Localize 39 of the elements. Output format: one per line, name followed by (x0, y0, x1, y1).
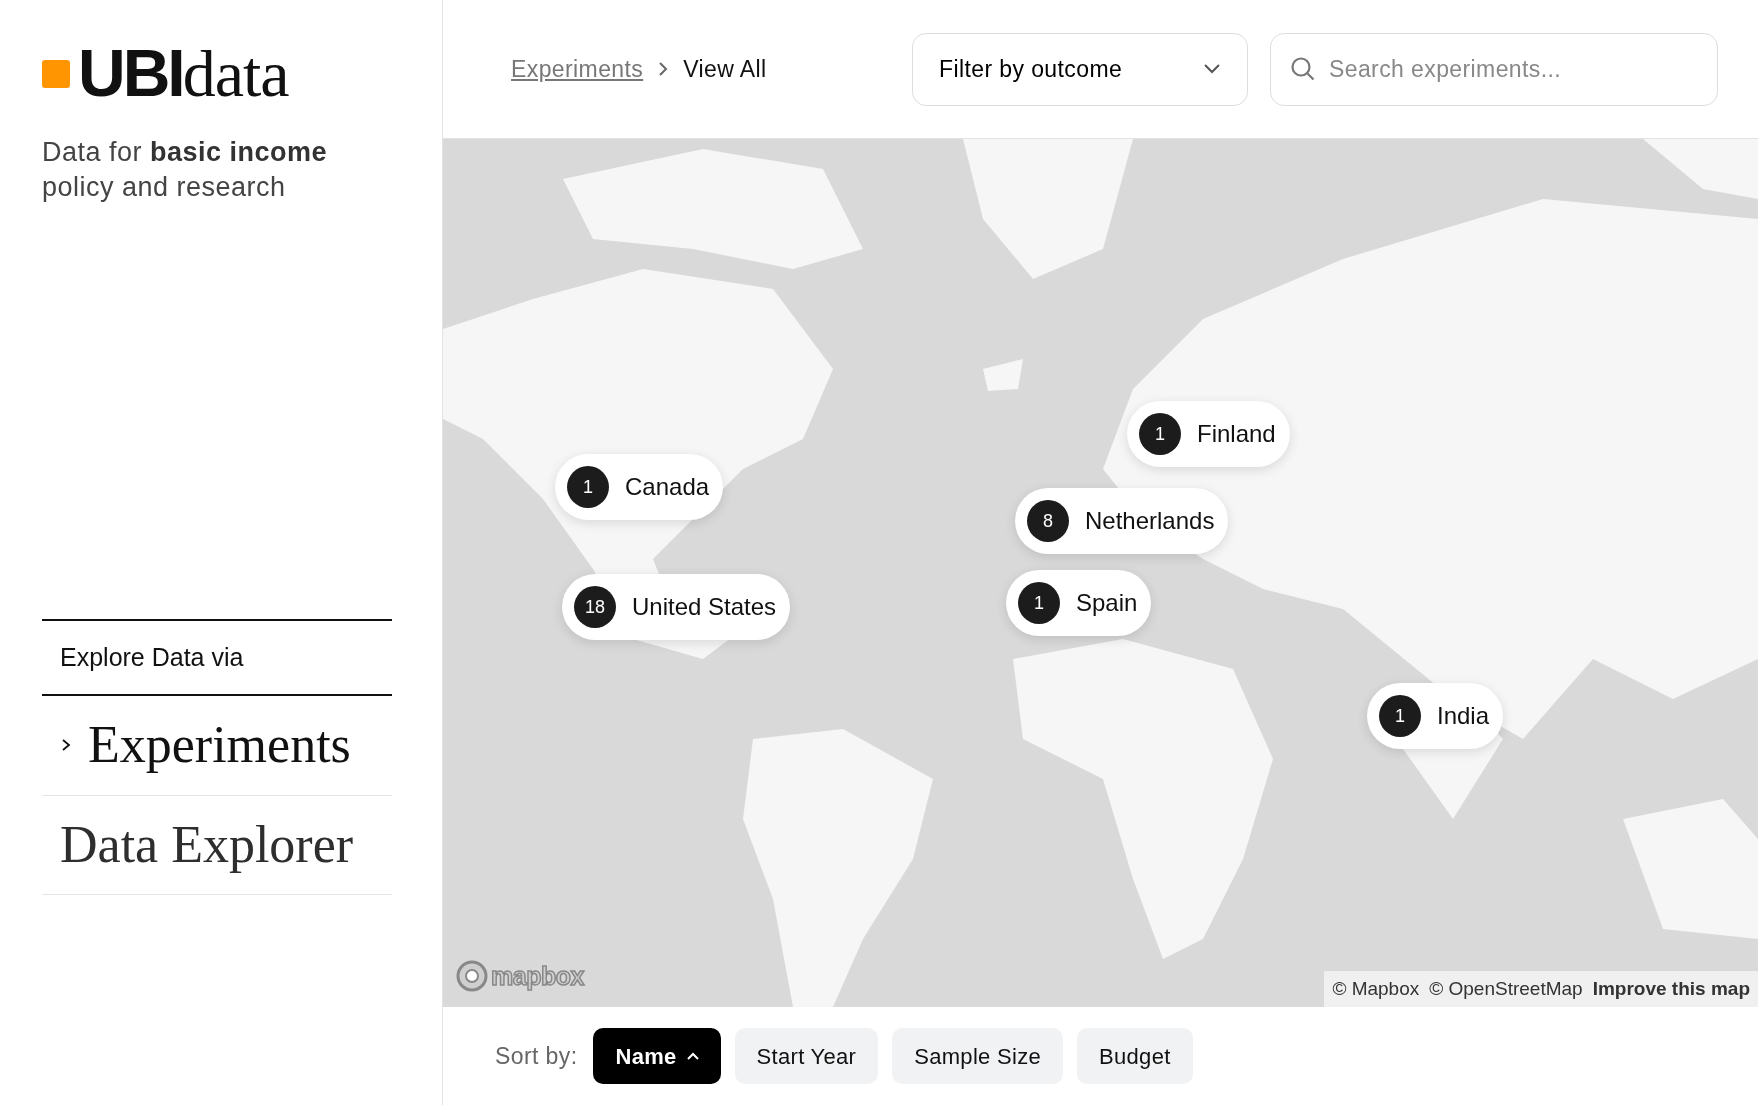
map-marker[interactable]: 1 Canada (555, 454, 724, 520)
map-marker[interactable]: 18 United States (562, 574, 791, 640)
count-badge: 1 (567, 466, 609, 508)
chevron-down-icon (1203, 63, 1221, 75)
marker-label: United States (632, 592, 777, 622)
mapbox-mark-icon (455, 959, 489, 994)
sort-button[interactable]: Start Year (734, 1028, 879, 1084)
map-marker[interactable]: 1 Spain (1006, 570, 1152, 636)
caret-up-icon (686, 1052, 699, 1060)
breadcrumb-link[interactable]: Experiments (511, 51, 644, 87)
logo[interactable]: UBIdata (78, 40, 289, 107)
search-field[interactable]: Search experiments... (1270, 32, 1718, 106)
count-badge: 8 (1027, 500, 1069, 542)
nav-heading: Explore Data via (42, 618, 392, 697)
count-badge: 1 (1018, 582, 1060, 624)
marker-label: Canada (625, 472, 710, 502)
sort-button[interactable]: Budget (1077, 1028, 1193, 1084)
map-marker[interactable]: 1 India (1367, 683, 1504, 749)
logo-square-icon (42, 59, 70, 88)
filter-dropdown[interactable]: Filter by outcome (912, 32, 1248, 106)
count-badge: 18 (574, 586, 616, 628)
marker-label: Finland (1197, 419, 1276, 449)
map-marker[interactable]: 1 Finland (1127, 401, 1290, 467)
marker-label: Spain (1076, 588, 1138, 618)
chevron-right-icon (657, 60, 670, 78)
attribution-text: © OpenStreetMap (1429, 976, 1583, 1001)
improve-map-link[interactable]: Improve this map (1592, 974, 1750, 1003)
map-marker[interactable]: 8 Netherlands (1015, 488, 1229, 554)
marker-label: India (1437, 701, 1490, 731)
attribution-text: © Mapbox (1332, 976, 1420, 1001)
count-badge: 1 (1379, 695, 1421, 737)
nav-item[interactable]: Data Explorer (42, 795, 392, 895)
tagline: Data for basic income policy and research (42, 136, 329, 205)
sort-label: Sort by: (495, 1041, 578, 1071)
count-badge: 1 (1139, 413, 1181, 455)
sort-button[interactable]: Name (593, 1028, 721, 1084)
nav-item[interactable]: Experiments (42, 696, 392, 796)
sort-button[interactable]: Sample Size (892, 1028, 1064, 1084)
marker-label: Netherlands (1085, 506, 1215, 536)
